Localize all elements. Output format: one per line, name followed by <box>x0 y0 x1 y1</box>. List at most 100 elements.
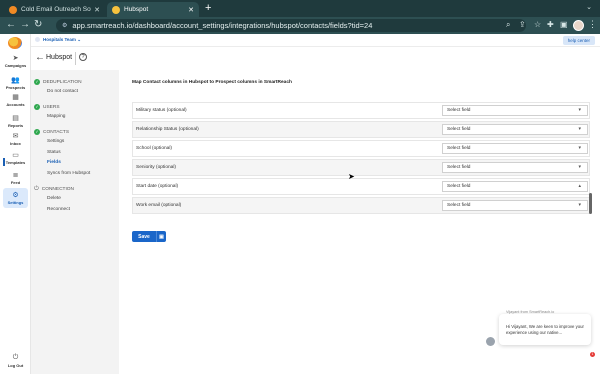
chat-message-text: Hi Vijayant, We are keen to improve your… <box>506 324 584 335</box>
feed-icon: ≣ <box>12 172 19 179</box>
chat-sender: Vijayant from SmartReach.io <box>506 310 555 314</box>
chart-icon: ▤ <box>12 115 19 122</box>
forward-arrow-icon[interactable]: → <box>20 19 30 31</box>
floppy-disk-icon: ▣ <box>159 233 164 240</box>
site-info-icon[interactable]: ⚙ <box>62 22 67 29</box>
building-icon: ▦ <box>12 94 19 101</box>
help-question-icon[interactable]: ? <box>79 53 87 61</box>
field-select[interactable]: Select field ▾ <box>442 200 588 211</box>
new-tab-icon[interactable]: + <box>205 2 211 15</box>
check-circle-icon: ✓ <box>34 79 40 85</box>
section-title: DEDUPLICATION <box>43 79 82 85</box>
nav-mapping[interactable]: Mapping <box>47 114 65 119</box>
save-button[interactable]: Save ▣ <box>132 231 166 242</box>
check-circle-icon: ✓ <box>34 129 40 135</box>
logout-icon: ⏻ <box>12 354 19 361</box>
field-select[interactable]: Select field ▴ <box>442 181 588 192</box>
extensions-icon[interactable]: ✚ <box>547 20 554 29</box>
help-center-button[interactable]: help center <box>562 36 595 45</box>
section-title: CONNECTION <box>41 187 74 192</box>
close-tab-icon[interactable]: ✕ <box>188 6 194 14</box>
gear-icon: ⚙ <box>12 192 19 199</box>
browser-tab[interactable]: Cold Email Outreach Software ✕ <box>4 2 105 17</box>
tab-title: Hubspot <box>124 6 149 13</box>
save-label: Save <box>138 233 150 240</box>
nav-feed[interactable]: ≣ Feed <box>0 171 31 185</box>
nav-inbox[interactable]: ✉ Inbox <box>0 132 31 146</box>
power-icon: ⏻ <box>34 186 39 192</box>
smartreach-logo[interactable] <box>8 37 22 49</box>
nav-status[interactable]: Status <box>47 150 61 155</box>
search-icon[interactable]: ⌕ <box>506 20 510 30</box>
section-contacts: ✓ CONTACTS <box>34 129 69 135</box>
send-icon: ➤ <box>12 55 19 62</box>
field-mapping-row: Work email (optional) Select field ▾ <box>132 197 590 214</box>
favicon-icon <box>9 5 17 14</box>
nav-logout[interactable]: ⏻ Log Out <box>0 354 31 368</box>
field-label: School (optional) <box>136 146 172 151</box>
field-select[interactable]: Select field ▾ <box>442 105 588 116</box>
nav-label: Templates <box>5 160 26 165</box>
close-tab-icon[interactable]: ✕ <box>94 6 100 14</box>
field-mapping-row: Military status (optional) Select field ▾ <box>132 102 590 119</box>
left-navigation: ➤ Campaigns 👥 Prospects ▦ Accounts ▤ Rep… <box>0 34 31 374</box>
notification-badge: 1 <box>590 352 595 357</box>
browser-tab-active[interactable]: Hubspot ✕ <box>107 2 199 17</box>
check-circle-icon: ✓ <box>34 104 40 110</box>
mail-icon: ✉ <box>12 133 19 140</box>
field-label: Seniority (optional) <box>136 165 176 170</box>
field-select[interactable]: Select field ▾ <box>442 162 588 173</box>
bookmark-star-icon[interactable]: ☆ <box>534 20 541 29</box>
nav-label: Prospects <box>5 85 26 90</box>
scrollbar[interactable] <box>589 193 592 214</box>
field-label: Work email (optional) <box>136 203 182 208</box>
reload-icon[interactable]: ↻ <box>34 19 42 31</box>
nav-accounts[interactable]: ▦ Accounts <box>0 93 31 107</box>
section-deduplication: ✓ DEDUPLICATION <box>34 79 82 85</box>
nav-label: Settings <box>7 200 24 205</box>
caret-down-icon: ▾ <box>578 126 581 132</box>
browser-tab-bar: Cold Email Outreach Software ✕ Hubspot ✕… <box>0 0 600 17</box>
nav-label: Inbox <box>10 141 21 146</box>
nav-syncs-from-hubspot[interactable]: Syncs from Hubspot <box>47 171 90 176</box>
nav-delete[interactable]: Delete <box>47 196 61 201</box>
field-select[interactable]: Select field ▾ <box>442 143 588 154</box>
nav-reconnect[interactable]: Reconnect <box>47 207 70 212</box>
nav-fields[interactable]: Fields <box>47 160 61 165</box>
divider <box>75 52 76 65</box>
team-selector[interactable]: Hospitals Team ⌄ <box>35 37 81 43</box>
nav-prospects[interactable]: 👥 Prospects <box>0 76 31 90</box>
field-mapping-row: Relationship Status (optional) Select fi… <box>132 121 590 138</box>
chat-avatar[interactable] <box>486 337 495 346</box>
tab-title: Cold Email Outreach Software <box>21 6 91 13</box>
page-header: ← Hubspot ? <box>31 47 600 70</box>
caret-down-icon: ▾ <box>578 107 581 113</box>
section-heading: Map Contact columns in Hubspot to Prospe… <box>132 80 292 85</box>
select-value: Select field <box>447 127 471 132</box>
address-bar[interactable]: ⚙ app.smartreach.io/dashboard/account_se… <box>56 19 526 32</box>
select-value: Select field <box>447 203 471 208</box>
caret-down-icon: ▾ <box>578 202 581 208</box>
chat-message-popup[interactable]: Vijayant from SmartReach.io Hi Vijayant,… <box>499 310 591 345</box>
nav-reports[interactable]: ▤ Reports <box>0 114 31 128</box>
chevron-down-icon[interactable]: ⌄ <box>586 3 592 11</box>
nav-settings[interactable]: Settings <box>47 139 64 144</box>
field-label: Start date (optional) <box>136 184 179 189</box>
select-value: Select field <box>447 146 471 151</box>
nav-label: Campaigns <box>4 63 27 68</box>
back-arrow-icon[interactable]: ← <box>6 19 16 31</box>
nav-settings[interactable]: ⚙ Settings <box>3 188 28 208</box>
menu-kebab-icon[interactable]: ⋮ <box>588 19 597 30</box>
page-title: Hubspot <box>46 54 73 61</box>
field-mapping-row: Seniority (optional) Select field ▾ <box>132 159 590 176</box>
caret-down-icon: ▾ <box>578 145 581 151</box>
profile-avatar[interactable] <box>573 20 584 31</box>
share-icon[interactable]: ⇪ <box>519 20 526 29</box>
back-arrow-icon[interactable]: ← <box>35 52 45 63</box>
field-select[interactable]: Select field ▾ <box>442 124 588 135</box>
team-bar: Hospitals Team ⌄ help center <box>31 34 600 47</box>
nav-campaigns[interactable]: ➤ Campaigns <box>0 54 31 68</box>
nav-label: Feed <box>10 180 21 185</box>
nav-do-not-contact[interactable]: Do not contact <box>47 89 78 94</box>
sidebar-icon[interactable]: ▣ <box>560 20 568 29</box>
